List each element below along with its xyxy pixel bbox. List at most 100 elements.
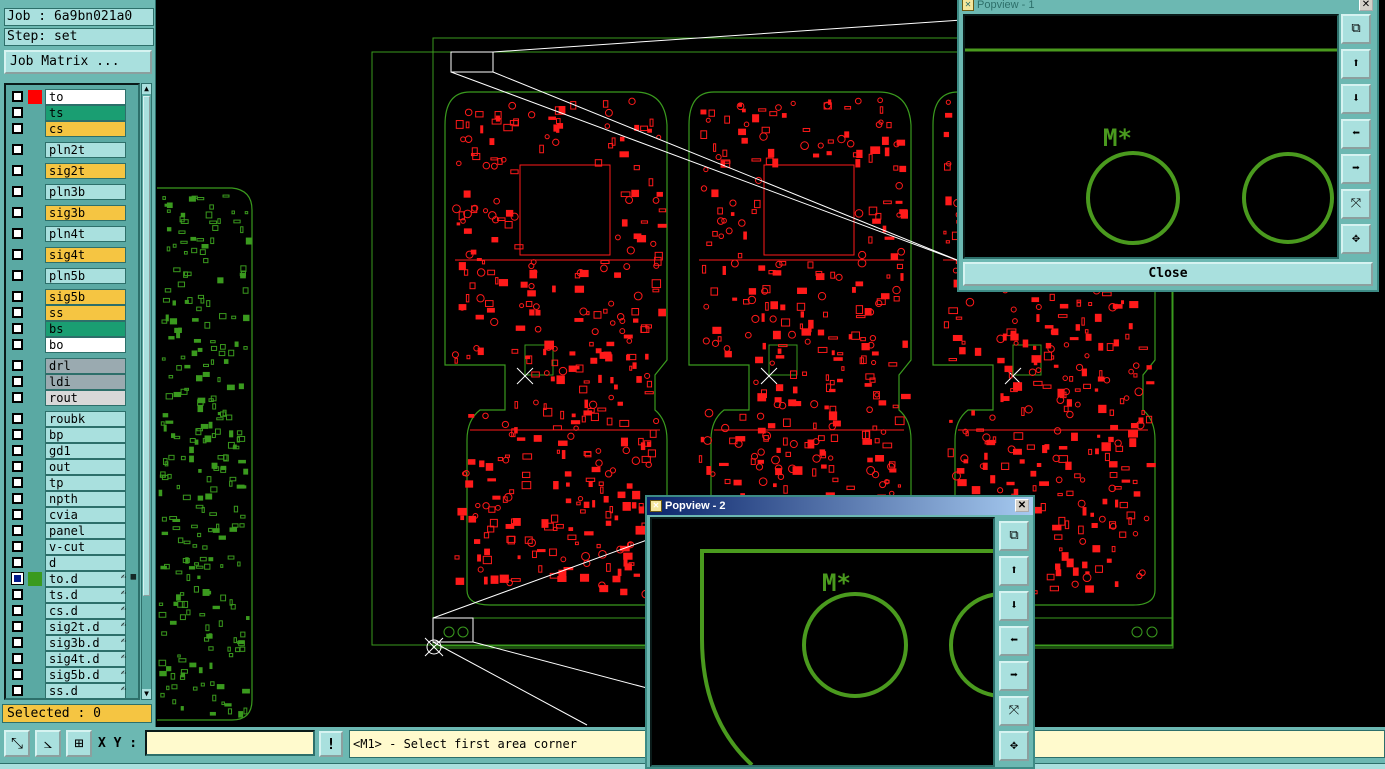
layer-checkbox[interactable] <box>12 429 23 440</box>
pan-down-icon[interactable]: ⬇ <box>1341 84 1371 114</box>
layer-color-swatch[interactable] <box>28 185 42 199</box>
popview-1-titlebar[interactable]: ✕ Popview - 1 ✕ <box>959 0 1377 14</box>
layer-checkbox[interactable] <box>12 573 23 584</box>
layer-row[interactable]: bo <box>8 337 138 353</box>
close-icon[interactable]: ✕ <box>1359 0 1373 11</box>
popview-1-window[interactable]: ✕ Popview - 1 ✕ M* ⧉ ⬆ ⬇ ⬅ ➡ ⤧ ✥ Close <box>957 0 1379 292</box>
layer-row[interactable]: bs <box>8 321 138 337</box>
layer-color-swatch[interactable] <box>28 636 42 650</box>
zoom-out-icon[interactable]: ✥ <box>1341 224 1371 254</box>
layer-name[interactable]: ss.d <box>45 683 126 698</box>
layer-color-swatch[interactable] <box>28 375 42 389</box>
layer-checkbox[interactable] <box>12 323 23 334</box>
layer-name[interactable]: sig5b <box>45 289 126 305</box>
layer-row[interactable]: pln2t <box>8 142 138 158</box>
layer-name[interactable]: out <box>45 459 126 475</box>
layer-checkbox[interactable] <box>12 525 23 536</box>
layer-row[interactable]: bp <box>8 427 138 443</box>
layer-color-swatch[interactable] <box>28 476 42 490</box>
layer-color-swatch[interactable] <box>28 106 42 120</box>
layer-row[interactable]: sig2t.d ✍ <box>8 619 138 635</box>
layer-name[interactable]: cs <box>45 121 126 137</box>
popview-2-window[interactable]: ✕ Popview - 2 ✕ M* ⧉ ⬆ ⬇ ⬅ ➡ ⤧ ✥ <box>645 495 1035 769</box>
layer-name[interactable]: roubk <box>45 411 126 427</box>
layer-name[interactable]: sig3b <box>45 205 126 221</box>
layer-checkbox[interactable] <box>12 669 23 680</box>
layer-color-swatch[interactable] <box>28 540 42 554</box>
layer-color-swatch[interactable] <box>28 524 42 538</box>
pan-left-icon[interactable]: ⬅ <box>1341 119 1371 149</box>
layer-checkbox[interactable] <box>12 360 23 371</box>
pan-down-icon[interactable]: ⬇ <box>999 591 1029 621</box>
layer-checkbox[interactable] <box>12 493 23 504</box>
layer-list-scrollbar[interactable]: ▲ ▼ <box>141 83 152 700</box>
layer-name[interactable]: rout <box>45 390 126 406</box>
layer-checkbox[interactable] <box>12 477 23 488</box>
layer-color-swatch[interactable] <box>28 556 42 570</box>
layer-color-swatch[interactable] <box>28 444 42 458</box>
layer-checkbox[interactable] <box>12 392 23 403</box>
layer-name[interactable]: cvia <box>45 507 126 523</box>
pan-up-icon[interactable]: ⬆ <box>1341 49 1371 79</box>
layer-row[interactable]: panel <box>8 523 138 539</box>
measure-icon[interactable]: ⦣ <box>35 730 61 757</box>
layer-name[interactable]: bs <box>45 321 126 337</box>
layer-color-swatch[interactable] <box>28 269 42 283</box>
layer-checkbox[interactable] <box>12 91 23 102</box>
layer-name[interactable]: drl <box>45 358 126 374</box>
layer-name[interactable]: bp <box>45 427 126 443</box>
layer-row[interactable]: sig2t <box>8 163 138 179</box>
layer-checkbox[interactable] <box>12 653 23 664</box>
layer-row[interactable]: out <box>8 459 138 475</box>
layer-row[interactable]: cvia <box>8 507 138 523</box>
layer-checkbox[interactable] <box>12 165 23 176</box>
layer-name[interactable]: bo <box>45 337 126 353</box>
layer-color-swatch[interactable] <box>28 306 42 320</box>
layer-row[interactable]: ss <box>8 305 138 321</box>
pan-right-icon[interactable]: ➡ <box>1341 154 1371 184</box>
layer-checkbox[interactable] <box>12 445 23 456</box>
layer-checkbox[interactable] <box>12 621 23 632</box>
layer-color-swatch[interactable] <box>28 604 42 618</box>
pan-left-icon[interactable]: ⬅ <box>999 626 1029 656</box>
layer-color-swatch[interactable] <box>28 322 42 336</box>
layer-color-swatch[interactable] <box>28 391 42 405</box>
zoom-in-icon[interactable]: ⤧ <box>999 696 1029 726</box>
layer-name[interactable]: ts <box>45 105 126 121</box>
layer-row[interactable]: sig3b.d ✍ <box>8 635 138 651</box>
grid-snap-icon[interactable]: ⊞ <box>66 730 92 757</box>
layer-checkbox[interactable] <box>12 541 23 552</box>
layer-color-swatch[interactable] <box>28 164 42 178</box>
layer-row[interactable]: roubk <box>8 411 138 427</box>
layer-checkbox[interactable] <box>12 291 23 302</box>
layer-row[interactable]: ldi <box>8 374 138 390</box>
layer-row[interactable]: sig4t.d ✍ <box>8 651 138 667</box>
layer-checkbox[interactable] <box>12 107 23 118</box>
layer-checkbox[interactable] <box>12 270 23 281</box>
layer-color-swatch[interactable] <box>28 122 42 136</box>
layer-name[interactable]: to.d <box>45 571 126 587</box>
layer-color-swatch[interactable] <box>28 428 42 442</box>
layer-name[interactable]: pln5b <box>45 268 126 284</box>
layer-row[interactable]: npth <box>8 491 138 507</box>
scroll-down-icon[interactable]: ▼ <box>142 689 151 699</box>
layer-color-swatch[interactable] <box>28 290 42 304</box>
layer-row[interactable]: to <box>8 89 138 105</box>
layer-color-swatch[interactable] <box>28 668 42 682</box>
layer-checkbox[interactable] <box>12 186 23 197</box>
layer-name[interactable]: cs.d <box>45 603 126 619</box>
layer-row[interactable]: pln3b <box>8 184 138 200</box>
layer-checkbox[interactable] <box>12 307 23 318</box>
layer-row[interactable]: cs.d ✍ <box>8 603 138 619</box>
layer-row[interactable]: ts.d ✍ <box>8 587 138 603</box>
popview-1-close-button[interactable]: Close <box>963 262 1373 286</box>
layer-name[interactable]: pln3b <box>45 184 126 200</box>
layer-row[interactable]: gd1 <box>8 443 138 459</box>
layer-name[interactable]: v-cut <box>45 539 126 555</box>
layer-checkbox[interactable] <box>12 144 23 155</box>
layer-name[interactable]: ldi <box>45 374 126 390</box>
layer-name[interactable]: gd1 <box>45 443 126 459</box>
layer-row[interactable]: sig5b <box>8 289 138 305</box>
layer-checkbox[interactable] <box>12 249 23 260</box>
layer-name[interactable]: ss <box>45 305 126 321</box>
